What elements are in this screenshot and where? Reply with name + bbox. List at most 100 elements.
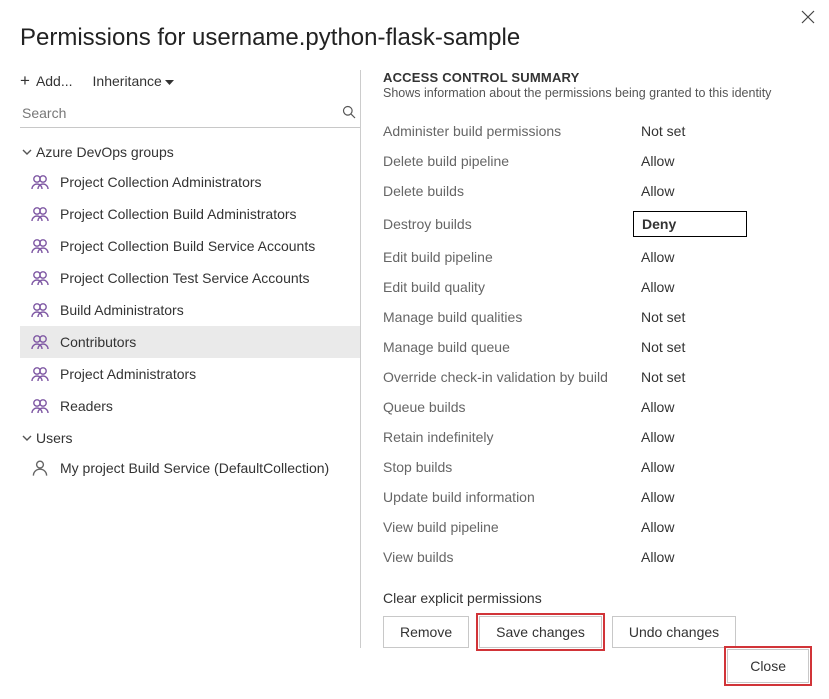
permission-row: Delete buildsAllow: [383, 176, 809, 206]
group-icon: [30, 236, 50, 256]
permission-name: Manage build queue: [383, 339, 633, 355]
add-label: Add...: [36, 73, 73, 89]
permission-name: Destroy builds: [383, 216, 633, 232]
permission-value[interactable]: Not set: [633, 121, 747, 141]
user-icon: [30, 458, 50, 478]
permission-name: View build pipeline: [383, 519, 633, 535]
group-icon: [30, 172, 50, 192]
identity-row[interactable]: Project Collection Build Service Account…: [20, 230, 360, 262]
group-header-azure-label: Azure DevOps groups: [36, 144, 174, 160]
permission-name: Delete builds: [383, 183, 633, 199]
permission-row: Override check-in validation by buildNot…: [383, 362, 809, 392]
toolbar: + Add... Inheritance: [20, 70, 360, 99]
acs-subtitle: Shows information about the permissions …: [383, 86, 809, 100]
permission-value[interactable]: Allow: [633, 457, 747, 477]
plus-icon: +: [20, 72, 30, 89]
identity-panel: + Add... Inheritance Azure DevOps groups…: [20, 70, 360, 648]
permission-name: Update build information: [383, 489, 633, 505]
permission-name: Edit build pipeline: [383, 249, 633, 265]
caret-down-icon: [165, 73, 174, 89]
permission-row: Edit build pipelineAllow: [383, 242, 809, 272]
permission-name: Edit build quality: [383, 279, 633, 295]
clear-permissions-label: Clear explicit permissions: [383, 590, 809, 606]
identity-row[interactable]: My project Build Service (DefaultCollect…: [20, 452, 360, 484]
inheritance-dropdown[interactable]: Inheritance: [93, 73, 174, 89]
identity-label: Project Collection Administrators: [60, 174, 262, 190]
identity-label: Project Administrators: [60, 366, 196, 382]
identity-label: Build Administrators: [60, 302, 184, 318]
identity-row[interactable]: Project Collection Test Service Accounts: [20, 262, 360, 294]
group-icon: [30, 300, 50, 320]
permission-value[interactable]: Allow: [633, 397, 747, 417]
search-field: [20, 99, 360, 128]
group-icon: [30, 204, 50, 224]
identity-row[interactable]: Project Collection Administrators: [20, 166, 360, 198]
permission-row: Stop buildsAllow: [383, 452, 809, 482]
group-icon: [30, 268, 50, 288]
chevron-down-icon: [22, 430, 32, 446]
permission-row: Queue buildsAllow: [383, 392, 809, 422]
permission-value[interactable]: Deny: [633, 211, 747, 237]
group-header-azure[interactable]: Azure DevOps groups: [20, 136, 360, 166]
permission-name: Delete build pipeline: [383, 153, 633, 169]
search-input[interactable]: [20, 99, 360, 128]
identity-label: My project Build Service (DefaultCollect…: [60, 460, 329, 476]
permission-value[interactable]: Not set: [633, 337, 747, 357]
permission-row: View buildsAllow: [383, 542, 809, 572]
permission-value[interactable]: Allow: [633, 247, 747, 267]
dialog-footer: Close: [727, 649, 809, 683]
add-button[interactable]: + Add...: [20, 72, 73, 89]
permission-value[interactable]: Allow: [633, 487, 747, 507]
users-identity-list: My project Build Service (DefaultCollect…: [20, 452, 360, 484]
access-control-panel: ACCESS CONTROL SUMMARY Shows information…: [360, 70, 809, 648]
identity-row[interactable]: Project Collection Build Administrators: [20, 198, 360, 230]
permission-name: Queue builds: [383, 399, 633, 415]
identity-label: Project Collection Test Service Accounts: [60, 270, 310, 286]
permission-row: View build pipelineAllow: [383, 512, 809, 542]
permission-value[interactable]: Allow: [633, 427, 747, 447]
remove-button[interactable]: Remove: [383, 616, 469, 648]
permission-row: Administer build permissionsNot set: [383, 116, 809, 146]
permission-name: Stop builds: [383, 459, 633, 475]
permission-value[interactable]: Allow: [633, 517, 747, 537]
save-changes-button[interactable]: Save changes: [479, 616, 602, 648]
identity-label: Readers: [60, 398, 113, 414]
identity-row[interactable]: Build Administrators: [20, 294, 360, 326]
action-buttons: Remove Save changes Undo changes: [383, 616, 809, 648]
identity-row[interactable]: Contributors: [20, 326, 360, 358]
permission-name: Retain indefinitely: [383, 429, 633, 445]
acs-title: ACCESS CONTROL SUMMARY: [383, 70, 809, 85]
permission-name: Override check-in validation by build: [383, 369, 633, 385]
page-title: Permissions for username.python-flask-sa…: [0, 0, 829, 70]
group-icon: [30, 396, 50, 416]
group-header-users[interactable]: Users: [20, 422, 360, 452]
close-button[interactable]: Close: [727, 649, 809, 683]
chevron-down-icon: [22, 144, 32, 160]
identity-row[interactable]: Project Administrators: [20, 358, 360, 390]
group-icon: [30, 332, 50, 352]
permission-value[interactable]: Allow: [633, 151, 747, 171]
permission-value[interactable]: Allow: [633, 181, 747, 201]
permission-value[interactable]: Allow: [633, 547, 747, 567]
permission-row: Retain indefinitelyAllow: [383, 422, 809, 452]
azure-identity-list: Project Collection Administrators Project…: [20, 166, 360, 422]
inheritance-label: Inheritance: [93, 73, 162, 89]
identity-row[interactable]: Readers: [20, 390, 360, 422]
identity-label: Project Collection Build Service Account…: [60, 238, 315, 254]
permissions-table: Administer build permissionsNot setDelet…: [383, 116, 809, 572]
permission-row: Manage build queueNot set: [383, 332, 809, 362]
permission-row: Destroy buildsDeny: [383, 206, 809, 242]
permission-row: Edit build qualityAllow: [383, 272, 809, 302]
permission-name: View builds: [383, 549, 633, 565]
undo-changes-button[interactable]: Undo changes: [612, 616, 736, 648]
permission-value[interactable]: Allow: [633, 277, 747, 297]
permission-row: Update build informationAllow: [383, 482, 809, 512]
permission-value[interactable]: Not set: [633, 367, 747, 387]
permission-name: Administer build permissions: [383, 123, 633, 139]
group-header-users-label: Users: [36, 430, 73, 446]
permission-name: Manage build qualities: [383, 309, 633, 325]
permission-row: Delete build pipelineAllow: [383, 146, 809, 176]
permission-value[interactable]: Not set: [633, 307, 747, 327]
identity-label: Contributors: [60, 334, 136, 350]
close-icon[interactable]: [801, 10, 815, 28]
